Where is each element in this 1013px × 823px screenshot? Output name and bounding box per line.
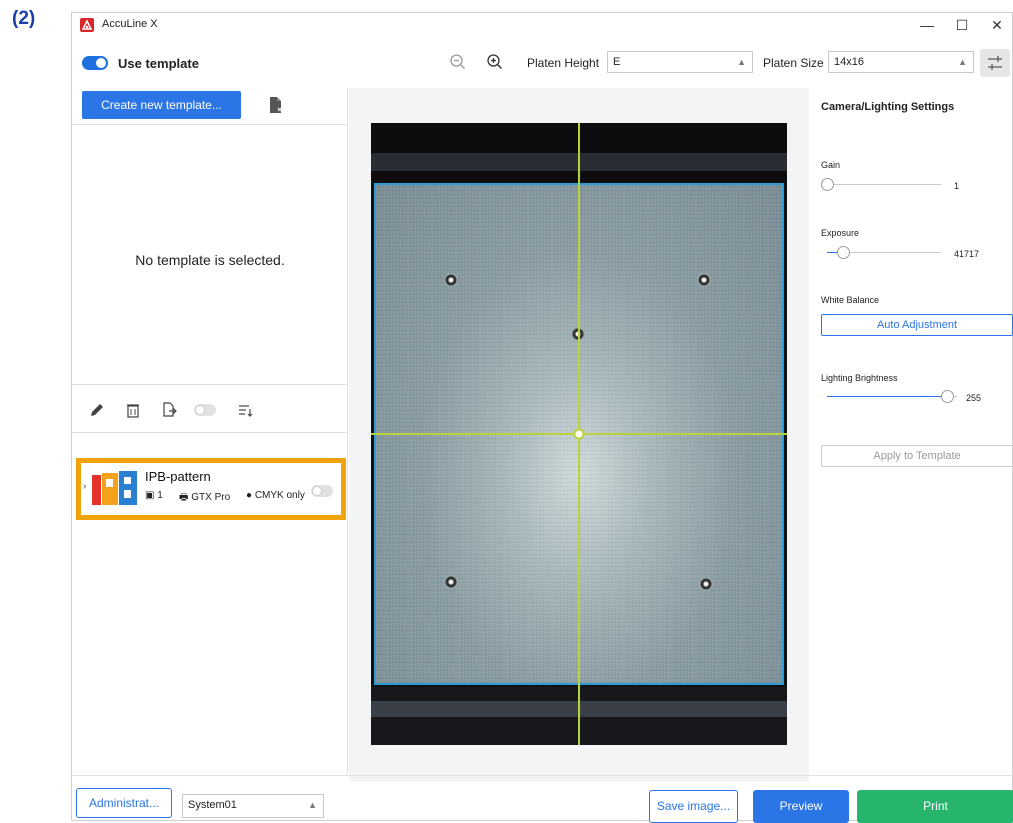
maximize-button[interactable]: ☐: [947, 15, 977, 35]
color-mode-info: ● CMYK only: [246, 490, 305, 501]
sort-icon[interactable]: [236, 401, 254, 419]
platen-height-label: Platen Height: [527, 56, 600, 70]
auto-adjustment-button[interactable]: Auto Adjustment: [821, 314, 1013, 336]
use-template-toggle[interactable]: [82, 56, 108, 70]
crosshair-center[interactable]: [572, 427, 586, 441]
color-mode-value: CMYK only: [254, 490, 305, 501]
updown-arrow-icon: ▲: [737, 57, 746, 67]
toggle-knob: [312, 486, 322, 496]
gain-value: 1: [954, 181, 960, 191]
camera-preview[interactable]: [371, 123, 787, 745]
divider: [72, 384, 348, 385]
app-window: AccuLine X — ☐ ✕ Use template Platen Hei…: [71, 12, 1013, 823]
white-balance-label: White Balance: [821, 295, 880, 305]
template-panel: Create new template... No template is se…: [72, 88, 348, 774]
preview-area: [349, 88, 809, 782]
use-template-label: Use template: [118, 56, 199, 71]
platen-bolt: [444, 575, 458, 589]
printer-value: GTX Pro: [191, 492, 231, 503]
divider: [72, 432, 348, 433]
expand-chevron-icon[interactable]: ›: [83, 481, 86, 492]
delete-trash-icon[interactable]: [124, 401, 142, 419]
updown-arrow-icon: ▲: [308, 800, 317, 810]
ipb-logo-icon: [92, 471, 138, 507]
preview-button[interactable]: Preview: [753, 790, 849, 823]
app-title: AccuLine X: [102, 18, 158, 30]
template-name: IPB-pattern: [145, 469, 211, 484]
image-count: ▣ 1: [145, 490, 163, 501]
slider-fill: [827, 396, 949, 397]
save-image-button[interactable]: Save image...: [649, 790, 738, 823]
sliders-icon: [988, 56, 1002, 70]
template-enable-toggle[interactable]: [194, 404, 216, 416]
printer-info: 🖶 GTX Pro: [179, 490, 230, 507]
zoom-out-icon[interactable]: [448, 52, 468, 72]
app-logo-icon: [80, 18, 94, 32]
system-select-value: System01: [188, 799, 237, 811]
administrator-button[interactable]: Administrat...: [76, 788, 172, 818]
camera-settings-title: Camera/Lighting Settings: [821, 101, 955, 113]
zoom-in-icon[interactable]: [485, 52, 505, 72]
figure-label: (2): [12, 8, 36, 29]
lighting-value: 255: [966, 393, 982, 403]
template-list-item[interactable]: › IPB-pattern ▣ 1 🖶 GTX Pro ● CMYK only: [76, 458, 346, 520]
lighting-slider[interactable]: [827, 390, 957, 404]
slider-thumb[interactable]: [837, 246, 850, 259]
image-count-value: 1: [157, 490, 163, 501]
close-button[interactable]: ✕: [982, 15, 1012, 35]
platen-size-select[interactable]: 14x16 ▲: [828, 51, 974, 73]
slider-thumb[interactable]: [941, 390, 954, 403]
exposure-slider[interactable]: [827, 246, 941, 260]
toggle-knob: [96, 58, 106, 68]
platen-size-label: Platen Size: [763, 56, 824, 70]
create-template-button[interactable]: Create new template...: [82, 91, 241, 119]
platen-bolt: [697, 273, 711, 287]
color-drop-icon: ●: [246, 490, 253, 501]
divider: [72, 124, 348, 125]
slider-thumb[interactable]: [821, 178, 834, 191]
slider-track: [821, 184, 941, 185]
edit-pencil-icon[interactable]: [88, 401, 106, 419]
exposure-value: 41717: [954, 249, 980, 259]
system-select[interactable]: System01 ▲: [182, 794, 324, 818]
gain-slider[interactable]: [821, 178, 941, 192]
settings-toggle-button[interactable]: [980, 49, 1010, 77]
title-bar: AccuLine X — ☐ ✕: [72, 13, 1012, 38]
toggle-knob: [195, 405, 205, 415]
gain-label: Gain: [821, 160, 841, 170]
apply-to-template-button[interactable]: Apply to Template: [821, 445, 1013, 467]
exposure-label: Exposure: [821, 228, 860, 238]
image-icon: ▣: [145, 490, 155, 501]
print-button[interactable]: Print: [857, 790, 1013, 823]
camera-settings-panel: Camera/Lighting Settings Gain 1 Exposure…: [810, 88, 1013, 774]
minimize-button[interactable]: —: [912, 15, 942, 35]
export-icon[interactable]: [160, 401, 178, 419]
import-template-icon[interactable]: [268, 96, 284, 114]
platen-height-select[interactable]: E ▲: [607, 51, 753, 73]
no-template-message: No template is selected.: [135, 252, 285, 268]
template-item-toggle[interactable]: [311, 485, 333, 497]
platen-bolt: [699, 577, 713, 591]
lighting-brightness-label: Lighting Brightness: [821, 373, 898, 383]
platen-height-value: E: [613, 56, 621, 68]
platen-size-value: 14x16: [834, 56, 864, 68]
footer-bar: Administrat... System01 ▲ Save image... …: [72, 775, 1013, 823]
printer-icon: 🖶: [179, 492, 189, 503]
updown-arrow-icon: ▲: [958, 57, 967, 67]
platen-bolt: [444, 273, 458, 287]
toolbar: Use template Platen Height E ▲ Platen Si…: [72, 38, 1012, 88]
